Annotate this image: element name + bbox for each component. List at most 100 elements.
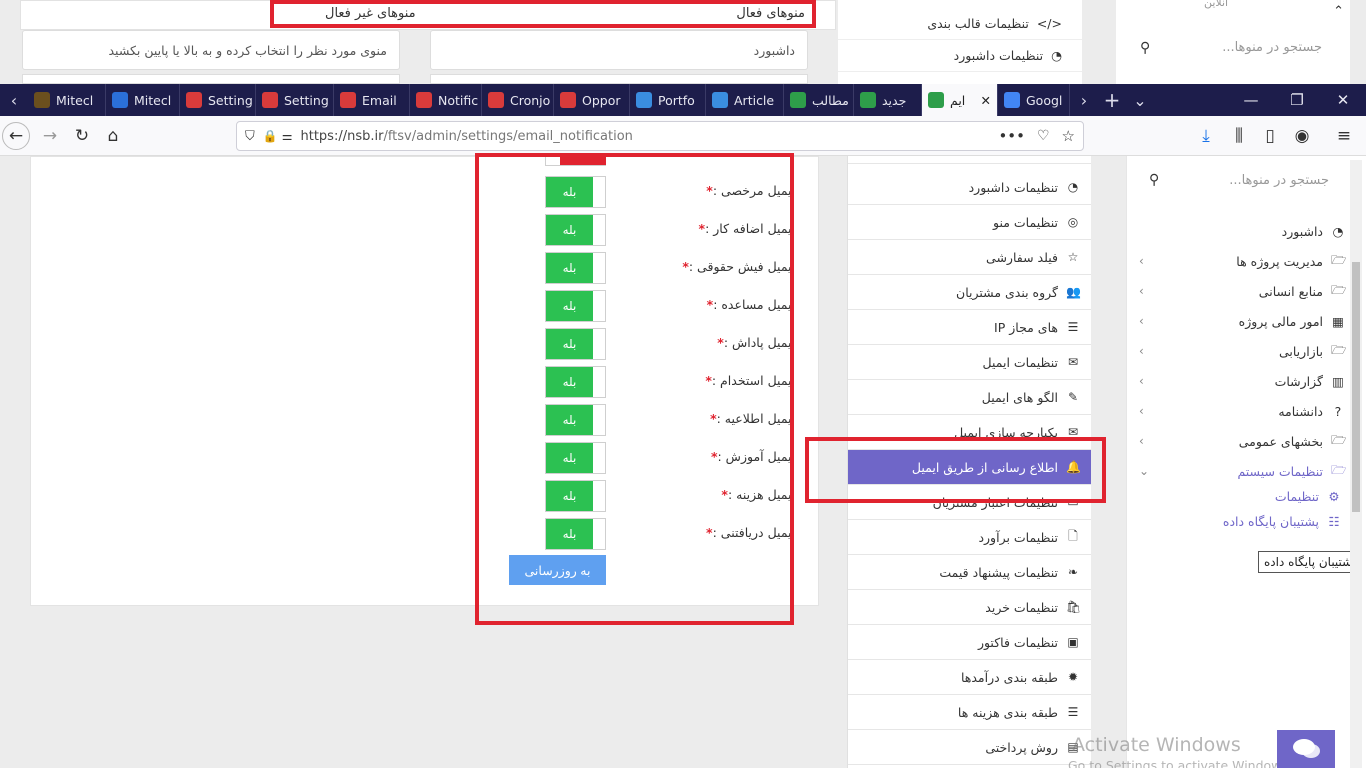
toggle-on-label: بله [546,367,593,397]
browser-tab[interactable]: Notific [410,84,482,116]
scroll-tabs-left-icon[interactable]: ‹ [0,91,28,110]
sidebar-item[interactable]: ‹ مدیریت پروژه ها 🗁 [1127,246,1359,276]
settings-menu-item[interactable]: تنظیمات برآورد 🗋 [848,520,1091,555]
settings-menu-item[interactable]: تنظیمات فاکتور ▣ [848,625,1091,660]
browser-tab[interactable]: Setting [256,84,334,116]
library-icon[interactable]: ⫼ [1225,122,1253,150]
pocket-icon[interactable]: ♡ [1037,128,1050,144]
sidebar-item[interactable]: ‹ بخشهای عمومی 🗁 [1127,426,1359,456]
yes-no-toggle[interactable]: بله [545,290,606,322]
yes-no-toggle[interactable]: بله [545,366,606,398]
google-icon [1004,92,1020,108]
bookmark-star-icon[interactable]: ☆ [1062,127,1075,145]
card-icon: ▭ [1067,495,1079,509]
scroll-tabs-right-icon[interactable]: › [1070,91,1098,110]
sidebar-item[interactable]: ‹ منابع انسانی 🗁 [1127,276,1359,306]
settings-menu-item[interactable]: تنظیمات خرید 🛍 [848,590,1091,625]
settings-menu-item[interactable]: تنظیمات داشبورد ◔ [848,170,1091,205]
shield-icon[interactable]: ⛉ [245,129,255,144]
settings-menu-item[interactable]: طبقه بندی هزینه ها ☰ [848,695,1091,730]
settings-menu-item[interactable]: الگو های ایمیل ✎ [848,380,1091,415]
sidebar-item[interactable]: ‹ امور مالی پروژه ▦ [1127,306,1359,336]
browser-tab[interactable]: Googl [998,84,1070,116]
browser-tab[interactable]: Mitecl [106,84,180,116]
sidebar-toggle-icon[interactable]: ▯ [1256,122,1284,150]
browser-tab[interactable]: Mitecl [28,84,106,116]
url-host: https://nsb.ir [300,128,384,144]
top-menu-item-layout[interactable]: تنظیمات قالب بندی </> [838,8,1082,40]
close-tab-icon[interactable]: ✕ [981,93,991,108]
home-icon[interactable]: ⌂ [99,122,127,150]
account-icon[interactable]: ◉ [1288,122,1316,150]
yes-no-toggle[interactable]: بله [545,328,606,360]
chat-button[interactable] [1277,730,1335,768]
settings-menu-item[interactable]: اطلاع رسانی از طریق ایمیل 🔔 [848,450,1091,485]
sidebar-item[interactable]: ‹ گزارشات ▥ [1127,366,1359,396]
yes-no-toggle[interactable]: بله [545,480,606,512]
browser-tab[interactable]: مطالب [784,84,854,116]
top-search-input[interactable]: جستجو در منوها... [1222,40,1322,55]
page-actions-icon[interactable]: ••• [998,127,1025,145]
dashboard-menu-field[interactable]: داشبورد [430,30,808,70]
yes-no-toggle[interactable]: بله [545,442,606,474]
yes-no-toggle[interactable]: بله [545,176,606,208]
sidebar-item[interactable]: داشبورد ◔ [1127,216,1359,246]
browser-tab[interactable]: Oppor [554,84,630,116]
yes-no-toggle[interactable]: بله [545,214,606,246]
settings-menu-item[interactable]: تنظیمات اعتبار مشتریان ▭ [848,485,1091,520]
settings-menu-item[interactable]: فیلد سفارشی ☆ [848,240,1091,275]
scrollbar-thumb[interactable] [1352,262,1360,512]
j-icon [928,92,944,108]
browser-tab[interactable]: جدید [854,84,922,116]
tab-label: Portfo [658,92,695,108]
browser-tab[interactable]: Setting [180,84,256,116]
new-tab-icon[interactable]: + [1098,88,1126,112]
settings-menu-item[interactable]: طبقه بندی درآمدها ✹ [848,660,1091,695]
sidebar-item[interactable]: ‹ دانشنامه? [1127,396,1359,426]
browser-tab[interactable]: Cronjo [482,84,554,116]
field-label: ایمیل آموزش :* [707,449,795,464]
sidebar-subitem[interactable]: پشتیبان پایگاه داده ☷ [1127,509,1359,533]
permissions-icon[interactable]: ⚌ [282,129,293,143]
settings-menu-item[interactable]: تنظیمات منو ◎ [848,205,1091,240]
settings-menu-item[interactable]: IP های مجاز ☰ [848,310,1091,345]
settings-menu-item[interactable]: روش پرداختی ▤ [848,730,1091,765]
sidebar-subitem[interactable]: تنظیمات ⚙ [1127,484,1359,508]
sidebar-search-input[interactable]: جستجو در منوها... [1229,173,1329,188]
reload-icon[interactable]: ↻ [68,122,96,150]
yes-no-toggle[interactable]: بله [545,518,606,550]
restore-icon[interactable]: ❐ [1274,91,1320,109]
chevron-left-icon: ‹ [1139,254,1144,268]
browser-tab[interactable]: Article [706,84,784,116]
dashboard-icon: ◔ [1332,223,1344,239]
browser-tab[interactable]: Email [334,84,410,116]
lock-icon[interactable]: 🔒 [263,129,278,143]
list-tabs-icon[interactable]: ⌄ [1126,91,1154,110]
update-button[interactable]: به روزرسانی [509,555,606,585]
menu-icon[interactable]: ≡ [1330,122,1358,150]
folder-icon: 🗁 [1331,281,1347,297]
yes-no-toggle[interactable]: بله [545,404,606,436]
sidebar-item-label: منابع انسانی [1258,283,1323,299]
chevron-up-icon[interactable]: ⌃ [1333,4,1344,19]
folder-open-icon: 🗁 [1331,461,1347,477]
tab-label: Mitecl [134,92,172,108]
back-icon[interactable]: ← [2,122,30,150]
browser-tab[interactable]: ايم ✕ [922,84,998,116]
minimize-icon[interactable]: — [1228,91,1274,109]
sidebar-item[interactable]: ⌄ تنظیمات سیستم 🗁 [1127,456,1359,486]
hint-field[interactable]: منوی مورد نظر را انتخاب کرده و به بالا ی… [22,30,400,70]
sidebar-item[interactable]: ‹ بازاریابی 🗁 [1127,336,1359,366]
url-bar[interactable]: ⛉ 🔒 ⚌ https://nsb.ir/ftsv/admin/settings… [236,121,1084,151]
yes-no-toggle[interactable]: بله [545,252,606,284]
top-menu-item-dashboard[interactable]: تنظیمات داشبورد ◔ [838,40,1082,72]
settings-menu-item[interactable]: گروه بندی مشتریان 👥 [848,275,1091,310]
settings-menu-item[interactable]: یکپارچه سازی ایمیل ✉ [848,415,1091,450]
browser-tab[interactable]: Portfo [630,84,706,116]
settings-menu-item[interactable]: تنظیمات ایمیل ✉ [848,345,1091,380]
settings-menu-item[interactable]: تنظیمات پیشنهاد قیمت ❧ [848,555,1091,590]
sidebar-search[interactable]: ⚲ جستجو در منوها... [1127,160,1359,200]
downloads-icon[interactable]: ⤓ [1192,122,1220,150]
close-window-icon[interactable]: ✕ [1320,91,1366,109]
forward-icon[interactable]: → [36,122,64,150]
